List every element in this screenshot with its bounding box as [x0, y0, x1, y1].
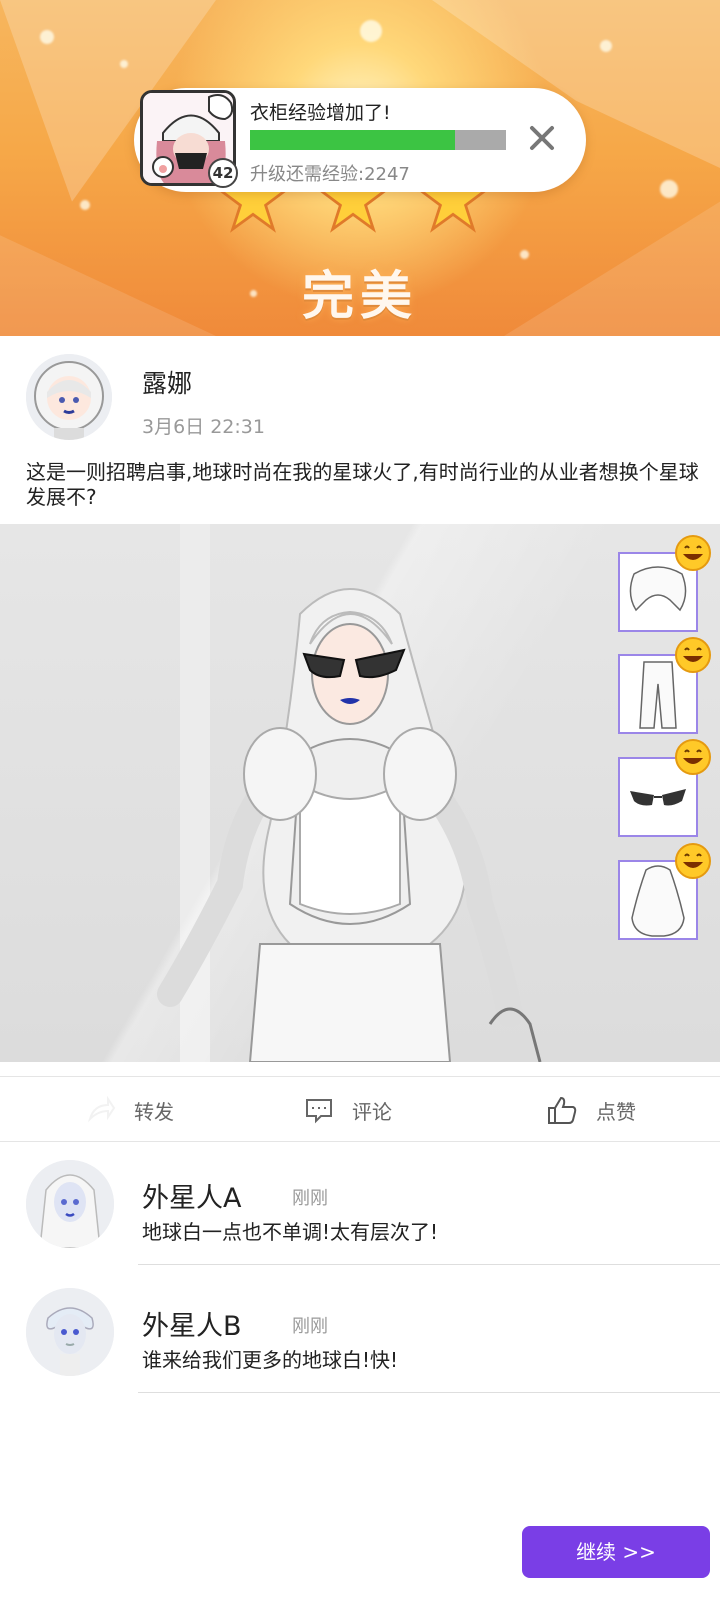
rating-stars — [218, 164, 508, 238]
thumbs-up-icon — [548, 1096, 577, 1124]
smiley-icon — [675, 843, 711, 879]
exp-progress-fill — [250, 130, 455, 150]
smiley-icon — [675, 739, 711, 775]
sparkle — [40, 30, 54, 44]
post-time: 3月6日 22:31 — [142, 416, 265, 438]
share-button[interactable]: 转发 — [86, 1077, 174, 1143]
comment-divider — [138, 1264, 720, 1265]
like-label: 点赞 — [596, 1099, 636, 1124]
commenter-avatar[interactable] — [26, 1160, 114, 1248]
post-author[interactable]: 露娜 — [142, 364, 192, 400]
wardrobe-exp-toast: 42 衣柜经验增加了! 升级还需经验:2247 — [134, 88, 586, 192]
toast-title: 衣柜经验增加了! — [250, 102, 391, 124]
comment-button[interactable]: 评论 — [304, 1077, 392, 1143]
exp-progress-bar — [250, 130, 506, 150]
comment-time: 刚刚 — [292, 1188, 328, 1209]
star-icon — [318, 164, 388, 234]
sparkle — [660, 180, 678, 198]
sparkle — [120, 60, 128, 68]
author-avatar[interactable] — [26, 354, 112, 440]
sparkle — [360, 20, 382, 42]
smiley-icon — [674, 1060, 712, 1062]
post-text: 这是一则招聘启事,地球时尚在我的星球火了,有时尚行业的从业者想换个星球发展不? — [26, 460, 699, 509]
commenter-name[interactable]: 外星人A — [142, 1176, 241, 1215]
level-badge: 42 — [208, 158, 238, 188]
continue-button[interactable]: 继续 >> — [522, 1526, 710, 1578]
commenter-name[interactable]: 外星人B — [142, 1304, 242, 1343]
smiley-icon — [675, 637, 711, 673]
share-label: 转发 — [134, 1099, 174, 1124]
sparkle — [600, 40, 612, 52]
share-icon — [87, 1095, 116, 1123]
comment-text: 谁来给我们更多的地球白!快! — [142, 1348, 399, 1372]
outfit-image — [0, 524, 720, 1062]
post-action-bar: 转发 评论 点赞 — [0, 1076, 720, 1142]
comment-icon — [306, 1099, 332, 1124]
comment-label: 评论 — [352, 1099, 392, 1124]
smiley-icon — [675, 535, 711, 571]
comment-time: 刚刚 — [292, 1316, 328, 1337]
close-button[interactable] — [522, 118, 562, 158]
exp-needed-label: 升级还需经验:2247 — [250, 164, 410, 185]
close-icon — [530, 126, 554, 150]
comment-text: 地球白一点也不单调!太有层次了! — [142, 1220, 439, 1244]
rating-text: 完美 — [301, 267, 418, 327]
comment-divider — [138, 1392, 720, 1393]
character-illustration — [157, 588, 542, 1062]
like-button[interactable]: 点赞 — [546, 1077, 636, 1143]
commenter-avatar[interactable] — [26, 1288, 114, 1376]
star-icon — [418, 164, 488, 234]
star-icon — [218, 164, 288, 234]
sparkle — [80, 200, 90, 210]
